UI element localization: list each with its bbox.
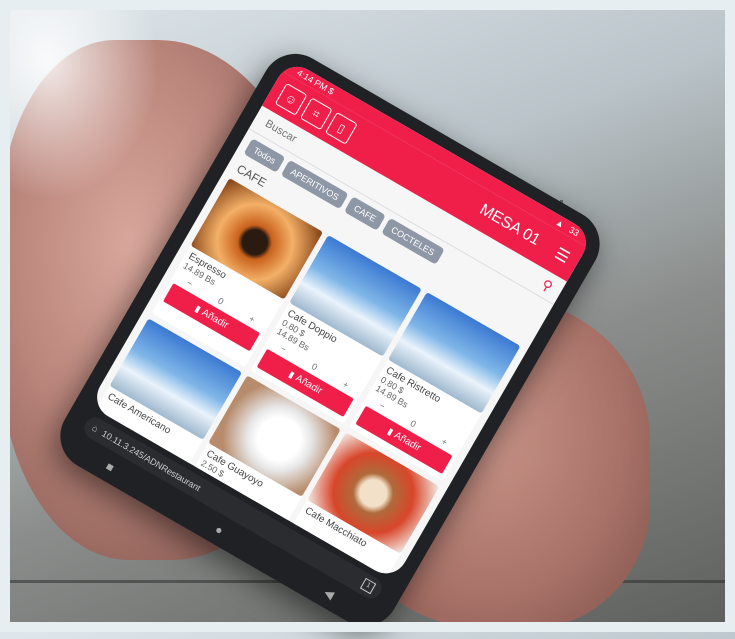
hamburger-menu-icon[interactable]: ☰ <box>551 243 573 267</box>
product-qty: 0 <box>408 418 418 430</box>
home-icon[interactable]: ⌂ <box>90 423 100 434</box>
minus-icon[interactable]: − <box>279 343 289 354</box>
add-label: Añadir <box>293 372 324 397</box>
minus-icon[interactable]: − <box>377 400 387 411</box>
add-label: Añadir <box>392 429 423 454</box>
add-label: Añadir <box>199 307 231 332</box>
plus-icon[interactable]: + <box>247 314 257 325</box>
plus-icon[interactable]: + <box>341 379 351 390</box>
product-qty: 0 <box>309 361 320 373</box>
home-button-icon[interactable]: ● <box>212 522 225 538</box>
tabs-icon[interactable]: 1 <box>359 577 377 595</box>
light-glare <box>0 0 160 200</box>
minus-icon[interactable]: − <box>185 278 195 289</box>
recents-icon[interactable]: ■ <box>103 459 116 475</box>
plus-icon[interactable]: + <box>440 436 450 447</box>
product-qty: 0 <box>216 295 226 307</box>
